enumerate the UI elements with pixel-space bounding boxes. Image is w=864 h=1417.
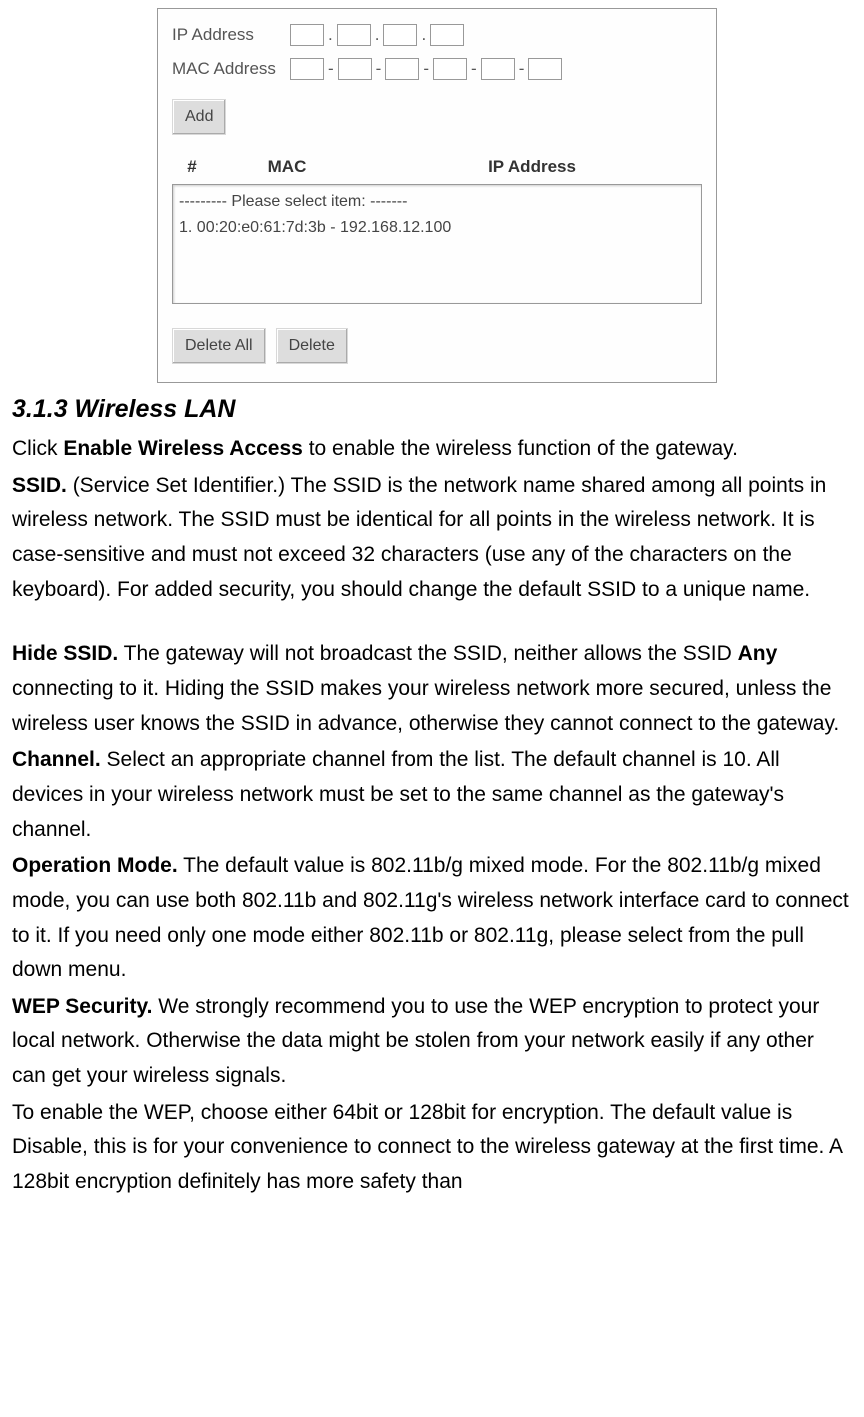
para-opmode: Operation Mode. The default value is 802… — [12, 849, 852, 988]
col-num: # — [172, 153, 212, 181]
mac-oct-3[interactable] — [385, 58, 419, 80]
ip-octet-2[interactable] — [337, 24, 371, 46]
para-channel: Channel. Select an appropriate channel f… — [12, 743, 852, 847]
para-hide-ssid: Hide SSID. The gateway will not broadcas… — [12, 637, 852, 741]
col-mac: MAC — [212, 153, 362, 181]
para-wep: WEP Security. We strongly recommend you … — [12, 990, 852, 1094]
section-heading: 3.1.3 Wireless LAN — [12, 389, 852, 430]
add-button[interactable]: Add — [172, 99, 226, 135]
config-panel: IP Address . . . MAC Address - - - - - A… — [157, 8, 717, 383]
delete-button[interactable]: Delete — [276, 328, 348, 364]
ip-octet-4[interactable] — [430, 24, 464, 46]
entries-listbox[interactable]: --------- Please select item: ------- 1.… — [172, 184, 702, 304]
mac-oct-4[interactable] — [433, 58, 467, 80]
ip-row: IP Address . . . — [172, 21, 702, 49]
ip-octet-3[interactable] — [383, 24, 417, 46]
para-ssid: SSID. (Service Set Identifier.) The SSID… — [12, 469, 852, 608]
mac-oct-6[interactable] — [528, 58, 562, 80]
mac-row: MAC Address - - - - - — [172, 55, 702, 83]
ip-octet-1[interactable] — [290, 24, 324, 46]
mac-oct-1[interactable] — [290, 58, 324, 80]
mac-label: MAC Address — [172, 55, 290, 83]
mac-oct-5[interactable] — [481, 58, 515, 80]
mac-oct-2[interactable] — [338, 58, 372, 80]
ip-label: IP Address — [172, 21, 290, 49]
list-item[interactable]: 1. 00:20:e0:61:7d:3b - 192.168.12.100 — [179, 215, 695, 241]
delete-all-button[interactable]: Delete All — [172, 328, 266, 364]
list-item[interactable]: --------- Please select item: ------- — [179, 189, 695, 215]
table-header: # MAC IP Address — [172, 153, 702, 181]
para-wep2: To enable the WEP, choose either 64bit o… — [12, 1096, 852, 1200]
col-ip: IP Address — [362, 153, 702, 181]
para-enable: Click Enable Wireless Access to enable t… — [12, 432, 852, 467]
